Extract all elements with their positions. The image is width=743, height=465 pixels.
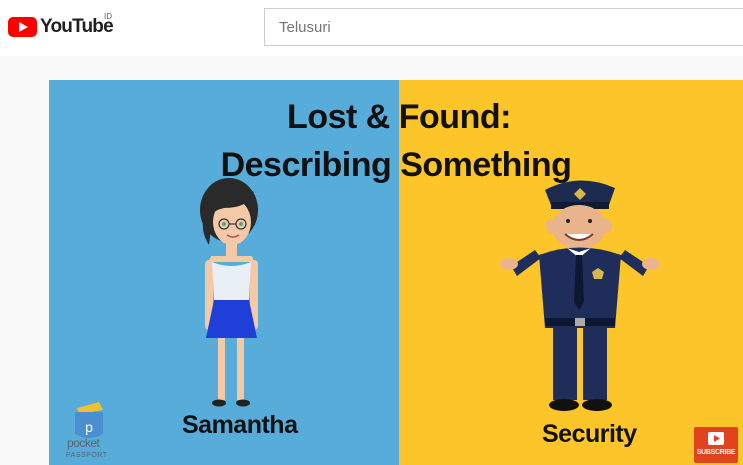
youtube-logo[interactable]: YouTube: [8, 13, 114, 41]
search-input[interactable]: [265, 9, 743, 45]
subscribe-button[interactable]: SUBSCRIBE: [694, 427, 738, 463]
youtube-wordmark: YouTube: [40, 16, 114, 37]
masthead: YouTube ID: [0, 0, 743, 56]
subscribe-label: SUBSCRIBE: [696, 449, 736, 456]
svg-text:p: p: [85, 419, 93, 435]
subscribe-play-icon: [708, 432, 724, 445]
country-code: ID: [104, 12, 112, 21]
video-title-line2: Describing Something: [220, 146, 572, 184]
search-box[interactable]: [264, 8, 743, 46]
brand-subtitle: PASSPORT: [66, 452, 108, 459]
youtube-play-icon: [8, 17, 37, 37]
video-title-line1: Lost & Found:: [287, 98, 511, 136]
character-name-right: Security: [542, 420, 637, 448]
character-name-left: Samantha: [182, 411, 298, 439]
video-player[interactable]: Lost & Found: Describing Something Saman…: [49, 80, 743, 465]
brand-name: pocket: [67, 436, 100, 450]
video-thumbnail: [49, 80, 743, 465]
